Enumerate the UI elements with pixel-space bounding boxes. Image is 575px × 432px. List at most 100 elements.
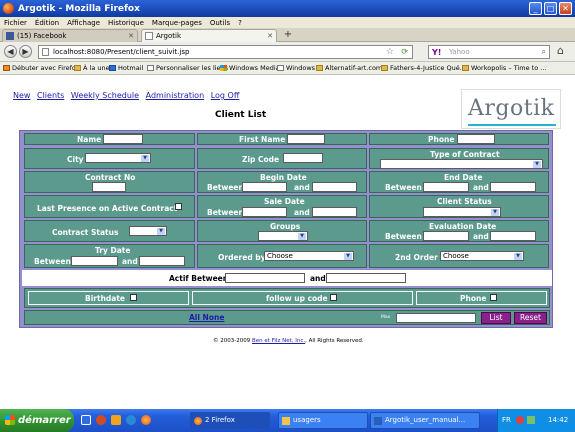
menu-item-marque-pages[interactable]: Marque-pages <box>148 19 206 27</box>
desktop-icon[interactable] <box>81 415 91 425</box>
menu-item-historique[interactable]: Historique <box>104 19 148 27</box>
search-icon[interactable]: ⌕ <box>542 46 546 58</box>
top-navigation: New Clients Weekly Schedule Administrati… <box>13 91 243 100</box>
begin-date-from-input[interactable] <box>242 182 287 192</box>
contract-no-input[interactable] <box>92 182 126 192</box>
nav-link-weekly-schedule[interactable]: Weekly Schedule <box>71 91 139 100</box>
birthdate-checkbox[interactable] <box>130 294 137 301</box>
phone-input[interactable] <box>457 134 495 144</box>
bookmark-label: Windows Media <box>229 64 280 72</box>
close-button[interactable]: ✕ <box>559 2 572 15</box>
tab-facebook[interactable]: (15) Facebook ✕ <box>2 29 138 42</box>
bookmark-item[interactable]: Windows Media <box>220 64 280 72</box>
firefox-icon[interactable] <box>141 415 151 425</box>
tab-close-icon[interactable]: ✕ <box>267 32 273 40</box>
evaluation-date-from-input[interactable] <box>423 231 469 241</box>
type-contract-select[interactable] <box>380 159 543 169</box>
list-button[interactable]: List <box>481 312 511 324</box>
zip-input[interactable] <box>283 153 323 163</box>
menu-item-help[interactable]: ? <box>234 19 246 27</box>
forward-button[interactable]: ▶ <box>19 45 32 58</box>
facebook-icon <box>6 32 14 40</box>
menu-item-fichier[interactable]: Fichier <box>0 19 31 27</box>
bookmark-item[interactable]: Personnaliser les liens <box>147 64 228 72</box>
try-date-from-input[interactable] <box>71 256 118 266</box>
try-date-to-input[interactable] <box>139 256 185 266</box>
windows-logo-icon <box>5 415 15 425</box>
second-order-cell: 2nd Order Choose <box>369 244 549 268</box>
tab-argotik[interactable]: Argotik ✕ <box>141 29 277 42</box>
media-icon[interactable] <box>96 415 106 425</box>
back-button[interactable]: ◀ <box>4 45 17 58</box>
sale-date-label: Sale Date <box>264 197 305 206</box>
browser-icon[interactable] <box>126 415 136 425</box>
sale-date-from-input[interactable] <box>242 207 287 217</box>
clock: 14:42 <box>548 416 569 424</box>
copyright-link[interactable]: Ben et Filz Net, Inc. <box>252 338 305 344</box>
bookmark-item[interactable]: Alternatif-art.com <box>316 64 382 72</box>
bookmark-item[interactable]: Fathers-4-Justice Qué... <box>381 64 466 72</box>
and-label: and <box>294 208 310 217</box>
phone-checkbox[interactable] <box>490 294 497 301</box>
menu-item-edition[interactable]: Édition <box>31 19 63 27</box>
network-icon[interactable] <box>527 416 535 424</box>
nav-link-new[interactable]: New <box>13 91 30 100</box>
bookmark-item[interactable]: Hotmail <box>109 64 143 72</box>
search-input[interactable]: Y! Yahoo ⌕ <box>428 45 550 59</box>
reload-icon[interactable]: ⟳ <box>401 46 408 58</box>
bookmark-label: Débuter avec Firefox <box>12 64 80 72</box>
taskbar-button-firefox[interactable]: 2 Firefox <box>190 412 270 429</box>
zip-label: Zip Code <box>242 155 280 164</box>
bookmark-item[interactable]: À la une <box>74 64 110 72</box>
security-icon[interactable] <box>516 416 524 424</box>
ordered-by-select[interactable]: Choose <box>264 251 354 261</box>
copyright: © 2003-2009 Ben et Filz Net, Inc., All R… <box>213 338 364 344</box>
actif-from-input[interactable] <box>225 273 305 283</box>
nav-link-administration[interactable]: Administration <box>146 91 205 100</box>
sale-date-to-input[interactable] <box>312 207 357 217</box>
tab-close-icon[interactable]: ✕ <box>128 32 134 40</box>
taskbar-button-usagers[interactable]: usagers <box>278 412 368 429</box>
reset-button[interactable]: Reset <box>514 312 547 324</box>
max-input[interactable] <box>396 313 476 323</box>
folder-icon <box>316 65 323 71</box>
client-status-select[interactable] <box>423 207 501 217</box>
folder-icon[interactable] <box>111 415 121 425</box>
evaluation-date-to-input[interactable] <box>490 231 536 241</box>
second-order-select[interactable]: Choose <box>440 251 524 261</box>
actif-to-input[interactable] <box>326 273 406 283</box>
minimize-button[interactable]: _ <box>529 2 542 15</box>
home-icon[interactable]: ⌂ <box>557 44 564 57</box>
language-indicator[interactable]: FR <box>502 416 511 424</box>
nav-link-clients[interactable]: Clients <box>37 91 64 100</box>
taskbar-button-manual[interactable]: Argotik_user_manual... <box>370 412 480 429</box>
city-label: City <box>67 155 84 164</box>
first-name-input[interactable] <box>287 134 325 144</box>
name-input[interactable] <box>103 134 143 144</box>
maximize-button[interactable]: □ <box>544 2 557 15</box>
end-date-from-input[interactable] <box>423 182 469 192</box>
url-input[interactable]: localhost:8080/Present/client_suivit.jsp… <box>38 45 413 59</box>
end-date-to-input[interactable] <box>490 182 536 192</box>
name-cell: Name <box>24 133 195 145</box>
menu-item-affichage[interactable]: Affichage <box>63 19 104 27</box>
start-button[interactable]: démarrer <box>0 409 74 432</box>
bookmark-item[interactable]: Workopolis – Time to ... <box>462 64 546 72</box>
last-presence-checkbox[interactable] <box>175 203 182 210</box>
bookmark-label: Workopolis – Time to ... <box>471 64 547 72</box>
bookmark-item[interactable]: Débuter avec Firefox <box>3 64 80 72</box>
bookmark-star-icon[interactable]: ☆ <box>386 46 394 58</box>
begin-date-to-input[interactable] <box>312 182 357 192</box>
taskbar-label: Argotik_user_manual... <box>385 416 466 424</box>
search-placeholder: Yahoo <box>449 48 470 56</box>
city-select[interactable] <box>85 153 151 163</box>
contract-status-select[interactable] <box>129 226 167 236</box>
follow-up-checkbox[interactable] <box>330 294 337 301</box>
menu-item-outils[interactable]: Outils <box>206 19 234 27</box>
groups-select[interactable] <box>258 231 308 241</box>
new-tab-button[interactable]: + <box>281 29 295 41</box>
all-none-link[interactable]: All None <box>189 313 224 322</box>
bookmark-item[interactable]: Windows <box>277 64 315 72</box>
nav-link-log-off[interactable]: Log Off <box>211 91 240 100</box>
and-label: and <box>473 232 489 241</box>
